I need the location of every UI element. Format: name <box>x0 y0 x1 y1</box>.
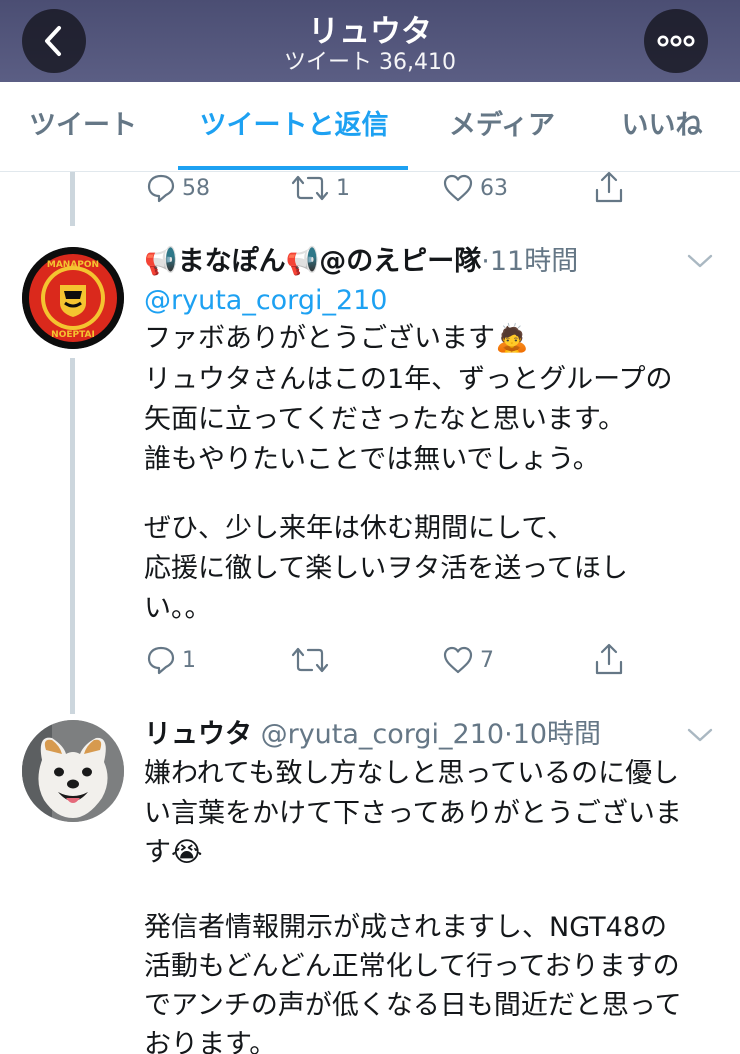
tweet-text-line: い。。 <box>144 593 212 624</box>
thread-line <box>70 172 75 226</box>
tweet-text-line: ファボありがとうございます🙇 <box>144 323 529 354</box>
tweet-text-line: す😭 <box>144 837 203 868</box>
reply-count: 1 <box>182 647 196 673</box>
avatar-text-bottom: NOEPTAI <box>51 330 95 340</box>
tweet-text-line: 矢面に立ってくださったなと思います。 <box>144 404 626 435</box>
display-name[interactable]: まなぽん <box>178 246 286 277</box>
display-name-suffix[interactable]: @のえピー隊 <box>319 246 481 277</box>
share-button[interactable] <box>594 170 624 204</box>
tweet-text-line: おります。 <box>144 1029 277 1054</box>
retweet-button[interactable]: 1 <box>290 172 350 204</box>
tab-media[interactable]: メディア <box>440 82 564 172</box>
like-icon <box>443 646 473 674</box>
retweet-count: 1 <box>336 175 350 201</box>
reply-count: 58 <box>182 175 210 201</box>
tab-likes[interactable]: いいね <box>614 82 710 172</box>
megaphone-icon: 📢 <box>144 246 178 277</box>
chevron-down-icon[interactable] <box>686 726 714 744</box>
megaphone-icon: 📢 <box>285 246 320 277</box>
like-icon <box>443 174 473 202</box>
club-crest-avatar: MANAPON NOEPTAI <box>22 247 124 349</box>
tweet-header: 📢まなぽん📢@のえピー隊·11時間 <box>144 243 578 281</box>
like-button[interactable]: 63 <box>442 172 508 204</box>
tweet-text-line: い言葉をかけて下さってありがとうございま <box>144 798 682 829</box>
tweet-text-line: 活動もどんどん正常化して行っておりますの <box>144 951 680 982</box>
retweet-icon <box>291 647 329 673</box>
like-count: 7 <box>480 647 494 673</box>
tweet-text-line: でアンチの声が低くなる日も間近だと思って <box>144 990 682 1021</box>
more-button[interactable] <box>644 9 708 73</box>
avatar[interactable]: MANAPON NOEPTAI <box>22 247 124 349</box>
bowing-emoji: 🙇 <box>495 323 529 354</box>
tweet-text-line: 応援に徹して楽しいヲタ活を送ってほし <box>144 553 628 584</box>
tweet-header: リュウタ @ryuta_corgi_210·10時間 <box>144 716 601 754</box>
share-button[interactable] <box>594 642 624 676</box>
reply-mention[interactable]: @ryuta_corgi_210 <box>144 282 388 320</box>
active-tab-indicator <box>178 166 408 170</box>
tweet-time[interactable]: 10時間 <box>513 719 601 750</box>
tweet-text-line: リュウタさんはこの1年、ずっとグループの <box>144 364 673 395</box>
tweet-text-line: 発信者情報開示が成されますし、NGT48の <box>144 912 668 943</box>
like-count: 63 <box>480 175 508 201</box>
dog-photo-avatar <box>22 720 124 822</box>
more-icon <box>657 35 695 47</box>
user-handle[interactable]: @ryuta_corgi_210 <box>261 719 505 750</box>
avatar[interactable] <box>22 720 124 822</box>
crying-emoji: 😭 <box>171 837 203 868</box>
time-separator: · <box>504 719 513 750</box>
tab-tweets-and-replies[interactable]: ツイートと返信 <box>180 82 408 172</box>
tweet-count: ツイート 36,410 <box>284 50 456 75</box>
reply-icon <box>147 646 175 675</box>
tab-tweets[interactable]: ツイート <box>20 82 146 172</box>
share-icon <box>595 643 623 675</box>
tweet-time[interactable]: 11時間 <box>490 246 578 277</box>
share-icon <box>595 171 623 203</box>
tweet-text-line: ぜひ、少し来年は休む期間にして、 <box>144 513 574 544</box>
profile-header: リュウタ ツイート 36,410 <box>0 0 740 82</box>
reply-icon <box>147 174 175 203</box>
chevron-down-icon[interactable] <box>686 252 714 270</box>
thread-line <box>70 358 75 714</box>
retweet-icon <box>291 175 329 201</box>
time-separator: · <box>481 246 490 277</box>
profile-tabs: ツイート ツイートと返信 メディア いいね <box>0 82 740 172</box>
tweet-text-line: 嫌われても致し方なしと思っているのに優し <box>144 758 680 789</box>
avatar-text-top: MANAPON <box>47 260 99 270</box>
tweet-text-line: 誰もやりたいことでは無いでしょう。 <box>144 444 600 475</box>
reply-button[interactable]: 1 <box>146 644 196 676</box>
reply-button[interactable]: 58 <box>146 172 210 204</box>
display-name[interactable]: リュウタ <box>144 719 252 750</box>
like-button[interactable]: 7 <box>442 644 494 676</box>
retweet-button[interactable] <box>290 644 336 676</box>
